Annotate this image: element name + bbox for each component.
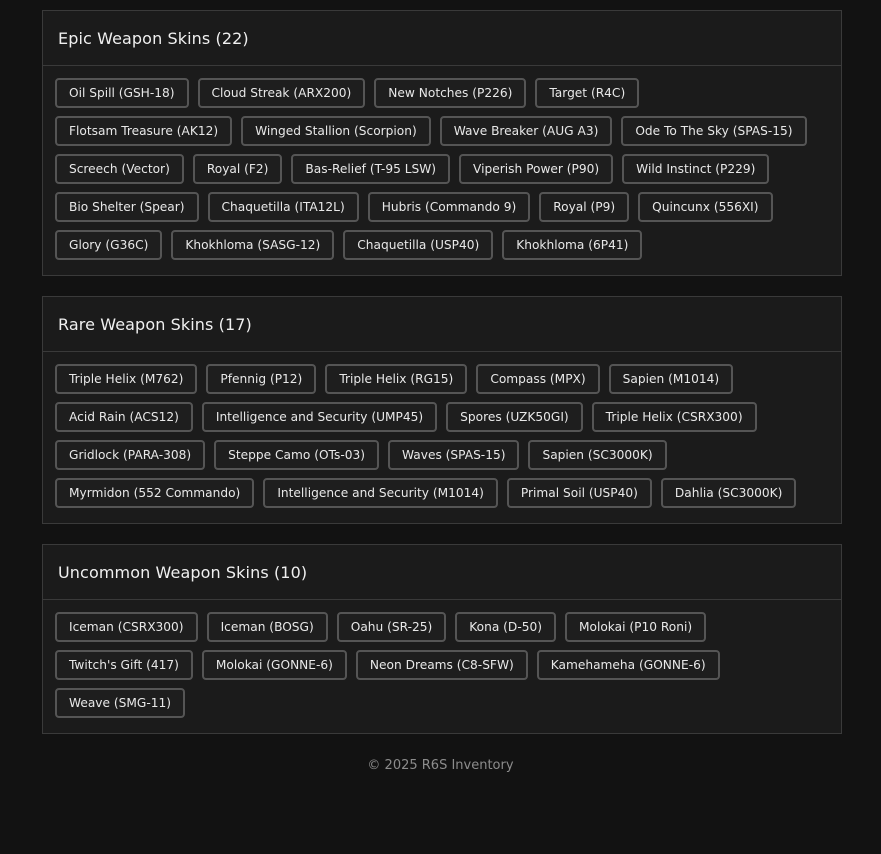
skin-chip[interactable]: Glory (G36C) — [55, 230, 163, 260]
skin-chip[interactable]: Molokai (GONNE-6) — [201, 650, 347, 680]
skin-chip[interactable]: Intelligence and Security (M1014) — [263, 478, 498, 508]
skin-chip[interactable]: Cloud Streak (ARX200) — [197, 78, 366, 108]
skin-chip[interactable]: Triple Helix (M762) — [55, 364, 198, 394]
skin-chip[interactable]: Pfennig (P12) — [206, 364, 317, 394]
skin-chip[interactable]: Waves (SPAS-15) — [388, 440, 520, 470]
skin-chip[interactable]: Intelligence and Security (UMP45) — [201, 402, 438, 432]
skin-chip[interactable]: Target (R4C) — [535, 78, 640, 108]
skin-chip[interactable]: Oahu (SR-25) — [336, 612, 447, 642]
skin-chip[interactable]: Neon Dreams (C8-SFW) — [355, 650, 528, 680]
panel-header: Uncommon Weapon Skins (10) — [43, 545, 841, 600]
skin-chip[interactable]: Myrmidon (552 Commando) — [55, 478, 255, 508]
skin-chip[interactable]: Acid Rain (ACS12) — [55, 402, 193, 432]
skin-chip[interactable]: Viperish Power (P90) — [459, 154, 614, 184]
skin-chip[interactable]: Kamehameha (GONNE-6) — [536, 650, 720, 680]
skin-chip[interactable]: Screech (Vector) — [55, 154, 184, 184]
skin-chip[interactable]: Weave (SMG-11) — [55, 688, 185, 718]
skin-chip[interactable]: Royal (F2) — [192, 154, 283, 184]
skin-chip[interactable]: Sapien (M1014) — [608, 364, 734, 394]
page-content: Epic Weapon Skins (22) Oil Spill (GSH-18… — [42, 10, 842, 754]
skin-list: Iceman (CSRX300) Iceman (BOSG) Oahu (SR-25… — [43, 600, 841, 733]
skin-chip[interactable]: Wild Instinct (P229) — [622, 154, 770, 184]
skin-chip[interactable]: New Notches (P226) — [374, 78, 527, 108]
skin-chip[interactable]: Royal (P9) — [539, 192, 630, 222]
skin-chip[interactable]: Khokhloma (6P41) — [502, 230, 643, 260]
skin-chip[interactable]: Chaquetilla (ITA12L) — [207, 192, 359, 222]
skin-chip[interactable]: Spores (UZK50GI) — [446, 402, 583, 432]
panel-header: Epic Weapon Skins (22) — [43, 11, 841, 66]
skin-chip[interactable]: Wave Breaker (AUG A3) — [439, 116, 613, 146]
panel-title: Epic Weapon Skins (22) — [58, 28, 249, 48]
panel-header: Rare Weapon Skins (17) — [43, 297, 841, 352]
skin-list: Triple Helix (M762) Pfennig (P12) Triple H… — [43, 352, 841, 523]
uncommon-skins-panel: Uncommon Weapon Skins (10) Iceman (CSRX3… — [42, 544, 842, 734]
skin-chip[interactable]: Gridlock (PARA-308) — [55, 440, 206, 470]
skin-chip[interactable]: Twitch's Gift (417) — [55, 650, 193, 680]
skin-chip[interactable]: Chaquetilla (USP40) — [343, 230, 494, 260]
skin-chip[interactable]: Hubris (Commando 9) — [367, 192, 531, 222]
skin-chip[interactable]: Iceman (BOSG) — [206, 612, 328, 642]
skin-chip[interactable]: Triple Helix (CSRX300) — [591, 402, 757, 432]
rare-skins-panel: Rare Weapon Skins (17) Triple Helix (M76… — [42, 296, 842, 524]
skin-chip[interactable]: Kona (D-50) — [455, 612, 556, 642]
skin-chip[interactable]: Dahlia (SC3000K) — [660, 478, 797, 508]
skin-chip[interactable]: Winged Stallion (Scorpion) — [241, 116, 431, 146]
footer-copyright: © 2025 R6S Inventory — [367, 758, 514, 773]
panel-title: Uncommon Weapon Skins (10) — [58, 562, 308, 582]
skin-chip[interactable]: Sapien (SC3000K) — [528, 440, 667, 470]
skin-chip[interactable]: Bio Shelter (Spear) — [55, 192, 199, 222]
skin-chip[interactable]: Iceman (CSRX300) — [55, 612, 198, 642]
skin-list: Oil Spill (GSH-18) Cloud Streak (ARX200) N… — [43, 66, 841, 275]
skin-chip[interactable]: Quincunx (556XI) — [638, 192, 773, 222]
skin-chip[interactable]: Flotsam Treasure (AK12) — [55, 116, 233, 146]
skin-chip[interactable]: Compass (MPX) — [476, 364, 600, 394]
panel-title: Rare Weapon Skins (17) — [58, 314, 252, 334]
skin-chip[interactable]: Khokhloma (SASG-12) — [171, 230, 335, 260]
skin-chip[interactable]: Triple Helix (RG15) — [325, 364, 468, 394]
skin-chip[interactable]: Ode To The Sky (SPAS-15) — [621, 116, 807, 146]
skin-chip[interactable]: Steppe Camo (OTs-03) — [214, 440, 379, 470]
epic-skins-panel: Epic Weapon Skins (22) Oil Spill (GSH-18… — [42, 10, 842, 276]
skin-chip[interactable]: Primal Soil (USP40) — [506, 478, 652, 508]
skin-chip[interactable]: Bas-Relief (T-95 LSW) — [291, 154, 451, 184]
skin-chip[interactable]: Molokai (P10 Roni) — [564, 612, 707, 642]
skin-chip[interactable]: Oil Spill (GSH-18) — [55, 78, 189, 108]
